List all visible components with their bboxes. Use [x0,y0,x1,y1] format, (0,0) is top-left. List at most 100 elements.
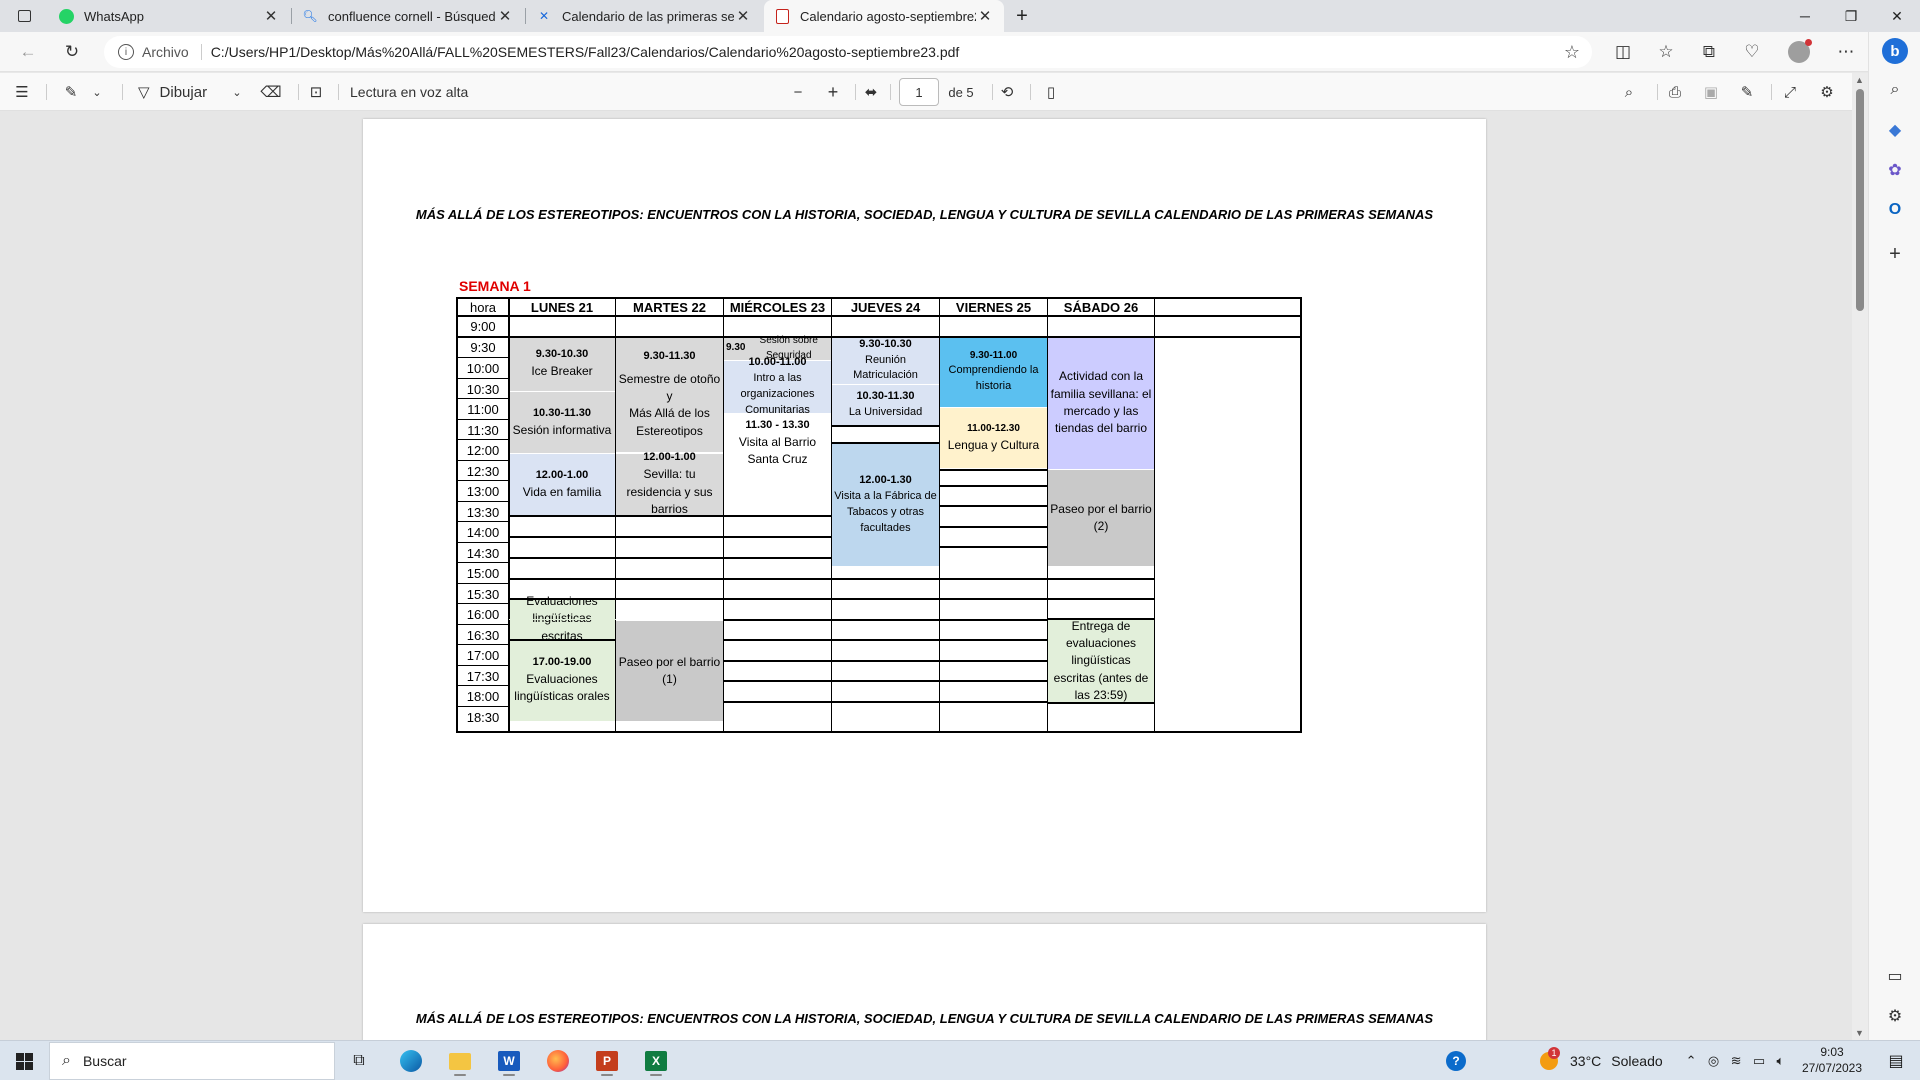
close-icon[interactable]: ✕ [976,7,994,25]
pdf-settings-button[interactable]: ⚙ [1816,79,1838,105]
event-text: Actividad con la familia sevillana: el m… [1050,369,1152,436]
search-sidebar-button[interactable]: ⌕ [1881,76,1909,104]
collections-button[interactable]: ⧉ [1694,38,1724,66]
save-as-button[interactable]: ✎ [1736,79,1758,105]
grid-line [458,378,508,379]
word-button[interactable]: W [489,1045,529,1077]
draw-options[interactable]: ⌄ [230,79,244,105]
minimize-icon: ─ [1800,8,1810,24]
clock[interactable]: 9:03 27/07/2023 [1794,1045,1870,1077]
page-total: de 5 [946,79,976,105]
close-icon[interactable]: ✕ [262,7,280,25]
event-text: Semestre de otoño [618,371,721,386]
settings-more-button[interactable]: ⋯ [1831,38,1861,66]
tab-actions-button[interactable] [2,0,46,32]
address-bar[interactable]: i Archivo C:/Users/HP1/Desktop/Más%20All… [104,36,1592,68]
event-time: 9.30-10.30 [859,337,912,350]
wifi-icon[interactable]: ≋ [1731,1053,1742,1069]
favorites-button[interactable]: ☆ [1651,38,1681,66]
tab-confluence[interactable]: ✕ Calendario de las primeras semanas ✕ [526,0,762,32]
more-icon: ⋯ [1837,42,1855,61]
sidebar-settings-button[interactable]: ⚙ [1881,1002,1909,1030]
weather-widget[interactable]: 1 33°C Soleado [1540,1045,1664,1077]
vertical-scrollbar[interactable]: ▲ ▼ [1852,73,1868,1040]
new-tab-button[interactable]: + [1006,0,1038,32]
task-view-button[interactable]: ⧉ [339,1045,379,1077]
grid-line [1048,702,1155,704]
event-time: 12.00-1.00 [535,468,589,481]
event-organizaciones-comunitarias: 10.00-11.00 Intro a las organizaciones Co… [724,356,831,416]
restore-button[interactable]: ❐ [1828,0,1874,32]
draw-button[interactable]: ▽ Dibujar [138,79,222,105]
chevron-down-icon: ⌄ [232,86,242,99]
toolbar-divider [1657,84,1658,100]
highlight-button[interactable]: ✎ [60,79,82,105]
profile-button[interactable] [1784,38,1814,66]
zoom-in-button[interactable]: + [822,79,844,105]
add-sidebar-button[interactable]: + [1881,240,1909,268]
chevron-up-icon[interactable]: ⌃ [1686,1053,1697,1069]
rotate-button[interactable]: ⟲ [996,79,1018,105]
tools-button[interactable]: ✿ [1881,156,1909,184]
read-aloud-button[interactable]: Lectura en voz alta [350,79,480,105]
display-icon[interactable]: ▭ [1753,1053,1765,1069]
notifications-button[interactable]: ▤ [1876,1045,1916,1077]
event-text: Más Allá de los Estereotipos [629,406,710,438]
back-button[interactable]: ← [13,38,43,66]
taskbar-search-box[interactable]: ⌕ Buscar [49,1042,335,1080]
save-button[interactable]: ▣ [1700,79,1722,105]
split-screen-button[interactable]: ◫ [1608,38,1638,66]
speaker-icon[interactable]: 🔈︎ [1777,1053,1785,1069]
close-window-button[interactable]: ✕ [1874,0,1920,32]
print-button[interactable]: ⎙ [1664,79,1686,105]
restore-icon: ❐ [1844,7,1858,24]
scroll-thumb[interactable] [1856,89,1864,311]
tab-pdf[interactable]: Calendario agosto-septiembre23.pdf ✕ [764,0,1004,32]
fit-width-icon: ⬌ [864,84,878,101]
favorite-star-icon[interactable]: ☆ [1564,42,1580,63]
grid-line [724,536,832,538]
grid-line [724,557,832,559]
close-icon[interactable]: ✕ [734,7,752,25]
event-time: 10.30-11.30 [532,406,592,419]
hour-label: 14:30 [466,545,500,561]
highlight-options[interactable]: ⌄ [90,79,104,105]
edge-taskbar-button[interactable] [391,1045,431,1077]
fit-page-button[interactable]: ⬌ [860,79,882,105]
zoom-out-button[interactable]: − [787,79,809,105]
powerpoint-icon: P [596,1051,618,1071]
outlook-button[interactable]: O [1881,196,1909,224]
meet-now-icon[interactable]: ◎ [1708,1053,1719,1069]
info-icon: i [118,44,134,60]
find-button[interactable]: ⌕ [1618,79,1640,105]
page-view-button[interactable]: ▯ [1040,79,1062,105]
shopping-button[interactable]: ◆ [1881,116,1909,144]
hide-sidebar-button[interactable]: ▭ [1881,962,1909,990]
weather-text: Soleado [1611,1053,1663,1069]
pdf-viewer[interactable]: MÁS ALLÁ DE LOS ESTEREOTIPOS: ENCUENTROS… [0,111,1852,1040]
scroll-down-arrow-icon[interactable]: ▼ [1855,1028,1864,1038]
tab-whatsapp[interactable]: WhatsApp ✕ [48,0,290,32]
tab-strip: WhatsApp ✕ 🔍︎ confluence cornell - Búsqu… [0,0,1920,32]
erase-button[interactable]: ⌫ [260,79,282,105]
file-explorer-button[interactable] [440,1045,480,1077]
contents-button[interactable]: ☰ [10,79,34,105]
scroll-up-arrow-icon[interactable]: ▲ [1855,75,1864,85]
powerpoint-button[interactable]: P [587,1045,627,1077]
tab-search[interactable]: 🔍︎ confluence cornell - Búsqueda ✕ [292,0,524,32]
minimize-button[interactable]: ─ [1782,0,1828,32]
text-button[interactable]: ⊡ [305,79,327,105]
url-divider [200,44,202,60]
fullscreen-button[interactable]: ⤢ [1779,79,1801,105]
url-text[interactable]: C:/Users/HP1/Desktop/Más%20Allá/FALL%20S… [211,44,960,60]
excel-button[interactable]: X [636,1045,676,1077]
close-icon[interactable]: ✕ [496,7,514,25]
help-button[interactable]: ? [1436,1045,1476,1077]
firefox-button[interactable] [538,1045,578,1077]
start-button[interactable] [4,1045,44,1077]
refresh-button[interactable]: ↻ [57,38,87,66]
hour-label: 10:00 [466,360,500,376]
bing-copilot-button[interactable]: b [1880,36,1910,66]
page-number-input[interactable]: 1 [899,78,939,106]
browser-essentials-button[interactable]: ♡ [1737,38,1767,66]
